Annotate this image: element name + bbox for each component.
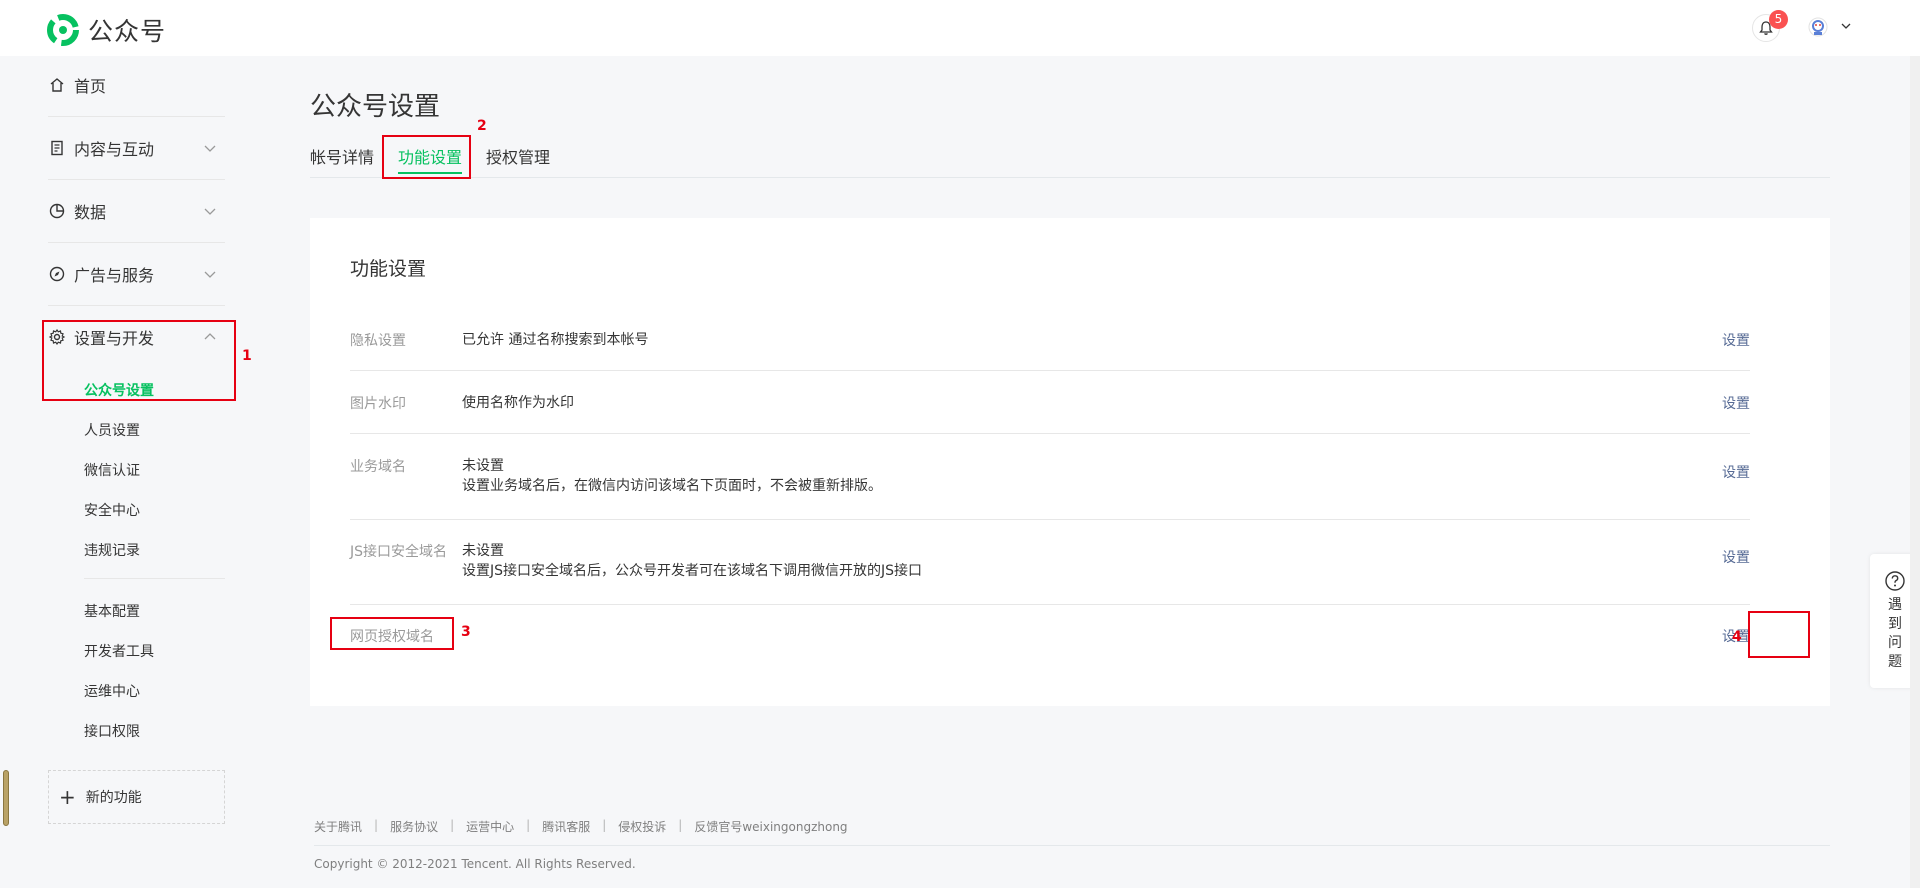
sidebar-subitem-security[interactable]: 安全中心	[84, 500, 140, 520]
new-feature-label: 新的功能	[85, 790, 142, 806]
page-scrollbar[interactable]	[1910, 56, 1920, 888]
row-label: 图片水印	[350, 396, 406, 412]
footer-divider	[314, 845, 1830, 846]
sidebar-subitem-basic-config[interactable]: 基本配置	[84, 601, 140, 621]
footer-separator: |	[450, 818, 455, 832]
chevron-down-icon	[204, 208, 216, 215]
sidebar-item-label: 广告与服务	[74, 266, 155, 285]
row-divider	[350, 370, 1750, 371]
sidebar-item-data[interactable]: 数据	[48, 198, 225, 224]
sidebar-subitem-dev-tools[interactable]: 开发者工具	[84, 641, 154, 661]
privacy-settings-link[interactable]: 设置	[1722, 330, 1750, 350]
compass-icon	[49, 266, 65, 282]
annotation-box-4	[1748, 611, 1810, 658]
chevron-down-icon	[204, 145, 216, 152]
tab-authorization[interactable]: 授权管理	[486, 144, 550, 168]
avatar[interactable]	[1808, 17, 1828, 37]
sidebar-divider	[84, 578, 225, 579]
row-label: 隐私设置	[350, 333, 406, 349]
sidebar-subitem-violations[interactable]: 违规记录	[84, 540, 140, 560]
sidebar: 首页 内容与互动 数据 广告与服务 设置与开发 公众号设置 人员设置 微信认证 …	[0, 56, 240, 888]
sidebar-subitem-ops-center[interactable]: 运维中心	[84, 681, 140, 701]
footer-separator: |	[678, 818, 683, 832]
footer-separator: |	[602, 818, 607, 832]
row-value: 未设置 设置JS接口安全域名后，公众号开发者可在该域名下调用微信开放的JS接口	[462, 541, 922, 581]
sidebar-subitem-api-permissions[interactable]: 接口权限	[84, 721, 140, 741]
notification-badge: 5	[1769, 10, 1788, 29]
card-title: 功能设置	[350, 258, 427, 280]
sidebar-subitem-verification[interactable]: 微信认证	[84, 460, 140, 480]
sidebar-item-label: 数据	[74, 203, 107, 222]
footer-separator: |	[526, 818, 531, 832]
sidebar-item-home[interactable]: 首页	[48, 72, 225, 98]
sidebar-divider	[48, 179, 225, 180]
row-value: 使用名称作为水印	[462, 395, 574, 411]
sidebar-divider	[48, 242, 225, 243]
row-divider	[350, 604, 1750, 605]
home-icon	[50, 78, 64, 92]
plus-icon: +	[59, 785, 76, 809]
js-domain-settings-link[interactable]: 设置	[1722, 547, 1750, 567]
tab-account-details[interactable]: 帐号详情	[310, 144, 374, 168]
footer-link-about[interactable]: 关于腾讯	[314, 818, 362, 835]
chevron-down-icon	[204, 271, 216, 278]
footer-separator: |	[374, 818, 379, 832]
row-value: 已允许 通过名称搜索到本帐号	[462, 332, 649, 348]
row-value: 未设置 设置业务域名后，在微信内访问该域名下页面时，不会被重新排版。	[462, 456, 882, 496]
copyright: Copyright © 2012-2021 Tencent. All Right…	[314, 857, 636, 871]
annotation-number-3: 3	[461, 624, 471, 640]
footer-link-support[interactable]: 腾讯客服	[542, 818, 590, 835]
annotation-box-3	[330, 617, 454, 650]
pie-chart-icon	[49, 203, 65, 219]
sidebar-divider	[48, 116, 225, 117]
footer-link-terms[interactable]: 服务协议	[390, 818, 438, 835]
annotation-box-2	[382, 135, 471, 179]
account-menu-chevron-icon[interactable]	[1840, 20, 1852, 32]
row-value-description: 设置业务域名后，在微信内访问该域名下页面时，不会被重新排版。	[462, 478, 882, 494]
sidebar-subitem-staff[interactable]: 人员设置	[84, 420, 140, 440]
annotation-box-1	[42, 320, 236, 401]
tab-bar: 帐号详情 功能设置 授权管理	[310, 144, 1830, 178]
sidebar-scroll-handle[interactable]	[3, 770, 9, 826]
row-value-description: 设置JS接口安全域名后，公众号开发者可在该域名下调用微信开放的JS接口	[462, 563, 923, 579]
footer-link-ops[interactable]: 运营中心	[466, 818, 514, 835]
footer-link-feedback[interactable]: 反馈官号weixingongzhong	[694, 818, 847, 835]
feature-settings-card: 功能设置 隐私设置 已允许 通过名称搜索到本帐号 设置 图片水印 使用名称作为水…	[310, 218, 1830, 706]
annotation-number-4: 4	[1732, 629, 1742, 645]
help-label: 遇到问题	[1888, 597, 1902, 670]
row-divider	[350, 433, 1750, 434]
watermark-settings-link[interactable]: 设置	[1722, 393, 1750, 413]
sidebar-item-ads[interactable]: 广告与服务	[48, 261, 225, 287]
page-title: 公众号设置	[310, 92, 441, 122]
new-feature-button[interactable]: + 新的功能	[48, 770, 225, 824]
footer-link-complaint[interactable]: 侵权投诉	[618, 818, 666, 835]
footer-links: 关于腾讯 | 服务协议 | 运营中心 | 腾讯客服 | 侵权投诉 | 反馈官号w…	[314, 818, 848, 835]
row-divider	[350, 519, 1750, 520]
row-label: JS接口安全域名	[350, 544, 448, 560]
document-icon	[51, 140, 63, 156]
sidebar-item-content[interactable]: 内容与互动	[48, 135, 225, 161]
top-bar: 公众号 5	[0, 0, 1920, 56]
annotation-number-1: 1	[242, 348, 252, 364]
row-value-status: 未设置	[462, 458, 504, 474]
sidebar-item-label: 首页	[74, 77, 107, 96]
brand-logo[interactable]: 公众号	[46, 12, 166, 48]
question-icon	[1885, 571, 1905, 591]
row-label: 业务域名	[350, 459, 406, 475]
sidebar-item-label: 内容与互动	[74, 140, 155, 159]
annotation-number-2: 2	[477, 118, 487, 134]
row-value-status: 未设置	[462, 543, 504, 559]
business-domain-settings-link[interactable]: 设置	[1722, 462, 1750, 482]
sidebar-divider	[48, 305, 225, 306]
wechat-mp-logo-icon	[47, 14, 79, 46]
brand-name: 公众号	[88, 17, 167, 46]
